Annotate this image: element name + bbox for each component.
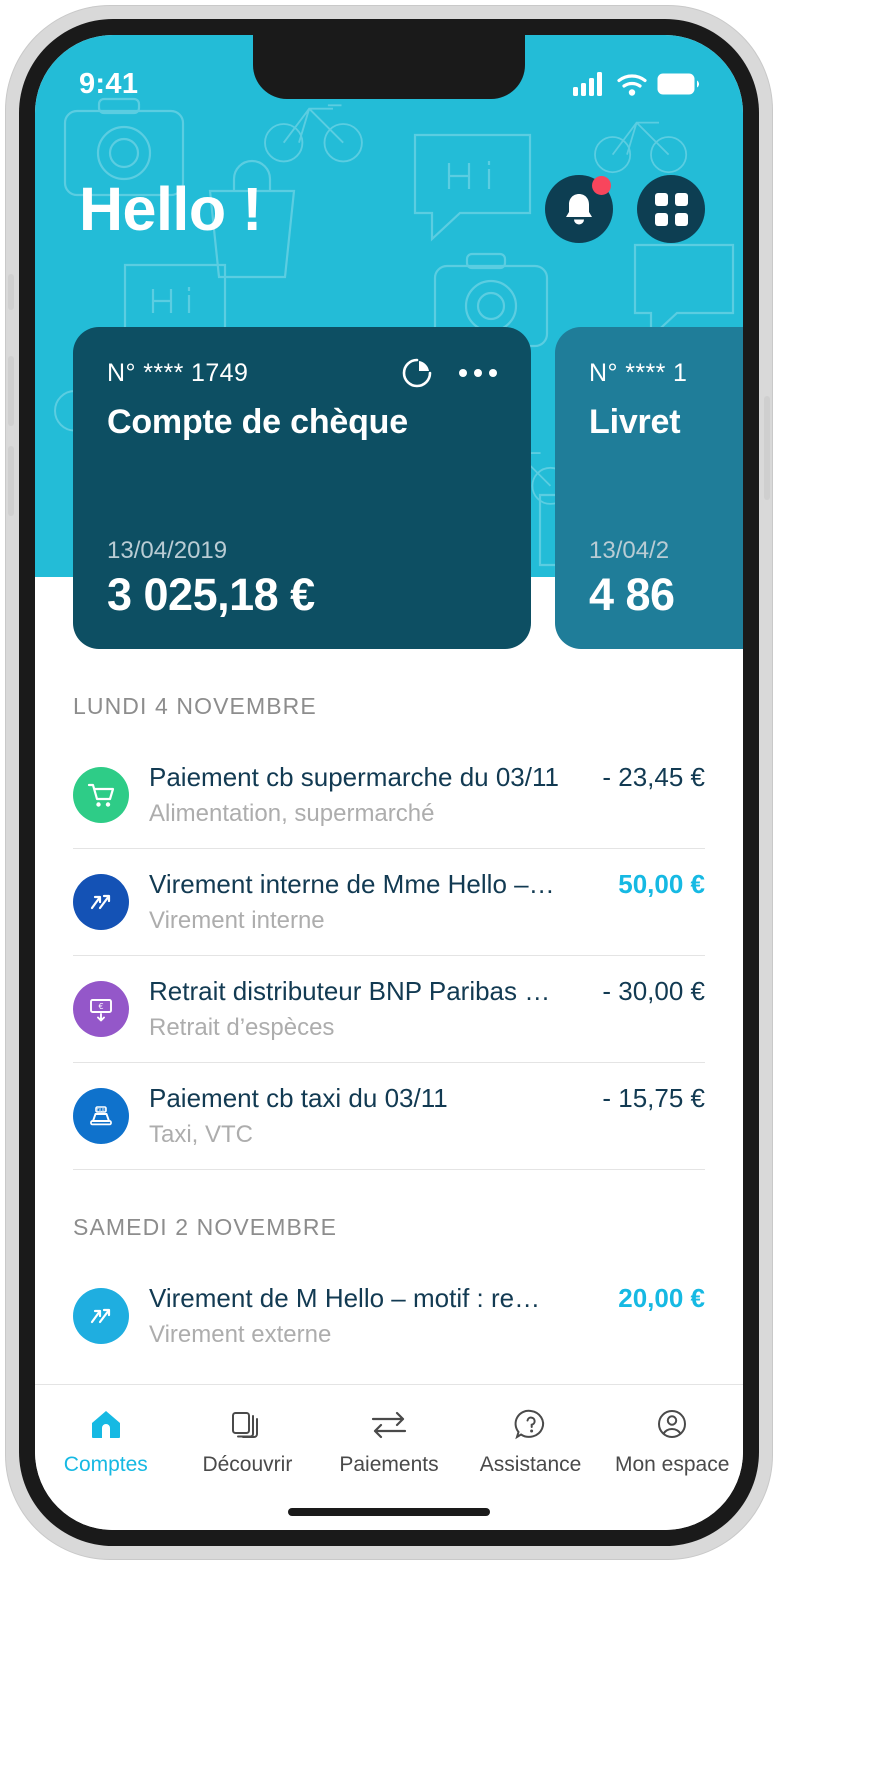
transaction-content: Virement interne de Mme Hello –… 50,00 €… — [149, 869, 705, 935]
account-number: N° **** 1 — [589, 358, 688, 387]
transfer-arrows-icon — [73, 1288, 129, 1344]
grid-icon — [654, 192, 688, 226]
volume-up-button[interactable] — [8, 356, 14, 426]
status-time: 9:41 — [79, 67, 139, 100]
account-date: 13/04/2 — [589, 537, 670, 564]
hero-title-row: Hello ! — [35, 175, 743, 243]
transaction-main-line: Paiement cb supermarche du 03/11 - 23,45… — [149, 762, 705, 793]
transactions-list[interactable]: LUNDI 4 NOVEMBRE Paiement cb supermarche… — [35, 649, 743, 1419]
notifications-button[interactable] — [545, 175, 613, 243]
transaction-category: Taxi, VTC — [149, 1121, 254, 1148]
account-name: Compte de chèque — [107, 403, 408, 441]
cellular-signal-icon — [573, 72, 602, 96]
notch — [253, 35, 525, 99]
home-indicator[interactable] — [288, 1508, 490, 1516]
account-card[interactable]: N° **** 1 Livret 13/04/2 4 86 — [555, 327, 743, 649]
screenshot-canvas: 9:41 Hello ! N° **** 1749 Compte de chèq… — [0, 0, 878, 1777]
nav-item-comptes[interactable]: Comptes — [35, 1405, 177, 1477]
account-card[interactable]: N° **** 1749 Compte de chèque 13/04/2019… — [73, 327, 531, 649]
transaction-content: Retrait distributeur BNP Paribas … - 30,… — [149, 976, 705, 1042]
transaction-amount: 50,00 € — [618, 869, 705, 899]
shopping-cart-icon — [73, 767, 129, 823]
page-title: Hello ! — [79, 174, 262, 243]
exchange-arrows-icon — [369, 1405, 409, 1443]
transaction-row[interactable]: TAXI Paiement cb taxi du 03/11 - 15,75 €… — [73, 1063, 705, 1170]
battery-icon — [657, 73, 699, 95]
transaction-category: Retrait d’espèces — [149, 1014, 335, 1041]
more-horizontal-icon[interactable] — [459, 369, 497, 377]
wifi-icon — [617, 73, 647, 96]
transaction-category: Virement interne — [149, 907, 325, 934]
transaction-row[interactable]: € Retrait distributeur BNP Paribas … - 3… — [73, 956, 705, 1063]
status-icons — [573, 72, 699, 96]
hero-actions — [545, 175, 705, 243]
silent-switch[interactable] — [8, 274, 14, 310]
nav-label: Découvrir — [202, 1453, 293, 1476]
transaction-title: Paiement cb taxi du 03/11 — [149, 1083, 448, 1113]
account-number: N° **** 1749 — [107, 358, 249, 387]
nav-label: Assistance — [479, 1453, 582, 1476]
transaction-content: Paiement cb taxi du 03/11 - 15,75 € Taxi… — [149, 1083, 705, 1149]
volume-down-button[interactable] — [8, 446, 14, 516]
transaction-amount: - 23,45 € — [602, 762, 705, 792]
transaction-category: Virement externe — [149, 1321, 332, 1348]
power-button[interactable] — [764, 396, 770, 500]
transaction-row[interactable]: Virement de M Hello – motif : re… 20,00 … — [73, 1263, 705, 1369]
account-balance: 3 025,18 € — [107, 569, 315, 620]
transfer-arrows-icon — [73, 874, 129, 930]
transaction-title: Virement de M Hello – motif : re… — [149, 1283, 541, 1313]
account-card-header: N° **** 1 — [589, 357, 743, 389]
nav-item-decouvrir[interactable]: Découvrir — [177, 1405, 319, 1477]
question-bubble-icon — [514, 1405, 548, 1443]
user-circle-icon — [655, 1405, 689, 1443]
transaction-title: Retrait distributeur BNP Paribas … — [149, 976, 551, 1006]
transaction-content: Paiement cb supermarche du 03/11 - 23,45… — [149, 762, 705, 828]
accounts-carousel[interactable]: N° **** 1749 Compte de chèque 13/04/2019… — [35, 327, 743, 649]
nav-label: Comptes — [63, 1453, 148, 1476]
transaction-day-header: SAMEDI 2 NOVEMBRE — [73, 1214, 338, 1240]
transaction-title: Virement interne de Mme Hello –… — [149, 869, 555, 899]
bell-icon — [566, 194, 592, 225]
transaction-row[interactable]: Virement interne de Mme Hello –… 50,00 €… — [73, 849, 705, 956]
account-card-header: N° **** 1749 — [107, 357, 497, 389]
svg-text:€: € — [98, 1002, 103, 1011]
account-balance: 4 86 — [589, 569, 675, 620]
account-date: 13/04/2019 — [107, 537, 228, 564]
transaction-main-line: Virement de M Hello – motif : re… 20,00 … — [149, 1283, 705, 1314]
cards-stack-icon — [230, 1405, 264, 1443]
nav-item-assistance[interactable]: Assistance — [460, 1405, 602, 1477]
transaction-amount: - 15,75 € — [602, 1083, 705, 1113]
home-icon — [89, 1405, 123, 1443]
pie-chart-icon[interactable] — [401, 357, 433, 389]
transaction-category: Alimentation, supermarché — [149, 800, 435, 827]
nav-label: Mon espace — [614, 1453, 730, 1476]
banknote-withdraw-icon: € — [73, 981, 129, 1037]
transaction-main-line: Virement interne de Mme Hello –… 50,00 € — [149, 869, 705, 900]
nav-label: Paiements — [339, 1453, 439, 1476]
transaction-day-header: LUNDI 4 NOVEMBRE — [73, 693, 317, 719]
transaction-amount: 20,00 € — [618, 1283, 705, 1313]
svg-text:TAXI: TAXI — [95, 1107, 105, 1112]
notification-badge — [592, 176, 611, 195]
transaction-main-line: Paiement cb taxi du 03/11 - 15,75 € — [149, 1083, 705, 1114]
taxi-icon: TAXI — [73, 1088, 129, 1144]
nav-item-mon-espace[interactable]: Mon espace — [601, 1405, 743, 1477]
transaction-content: Virement de M Hello – motif : re… 20,00 … — [149, 1283, 705, 1349]
transaction-row[interactable]: Paiement cb supermarche du 03/11 - 23,45… — [73, 742, 705, 849]
phone-body: 9:41 Hello ! N° **** 1749 Compte de chèq… — [6, 6, 772, 1559]
apps-grid-button[interactable] — [637, 175, 705, 243]
account-name: Livret — [589, 403, 681, 441]
transaction-title: Paiement cb supermarche du 03/11 — [149, 762, 559, 792]
transaction-amount: - 30,00 € — [602, 976, 705, 1006]
transaction-main-line: Retrait distributeur BNP Paribas … - 30,… — [149, 976, 705, 1007]
account-card-actions — [401, 357, 497, 389]
phone-screen: 9:41 Hello ! N° **** 1749 Compte de chèq… — [35, 35, 743, 1530]
nav-item-paiements[interactable]: Paiements — [318, 1405, 460, 1477]
